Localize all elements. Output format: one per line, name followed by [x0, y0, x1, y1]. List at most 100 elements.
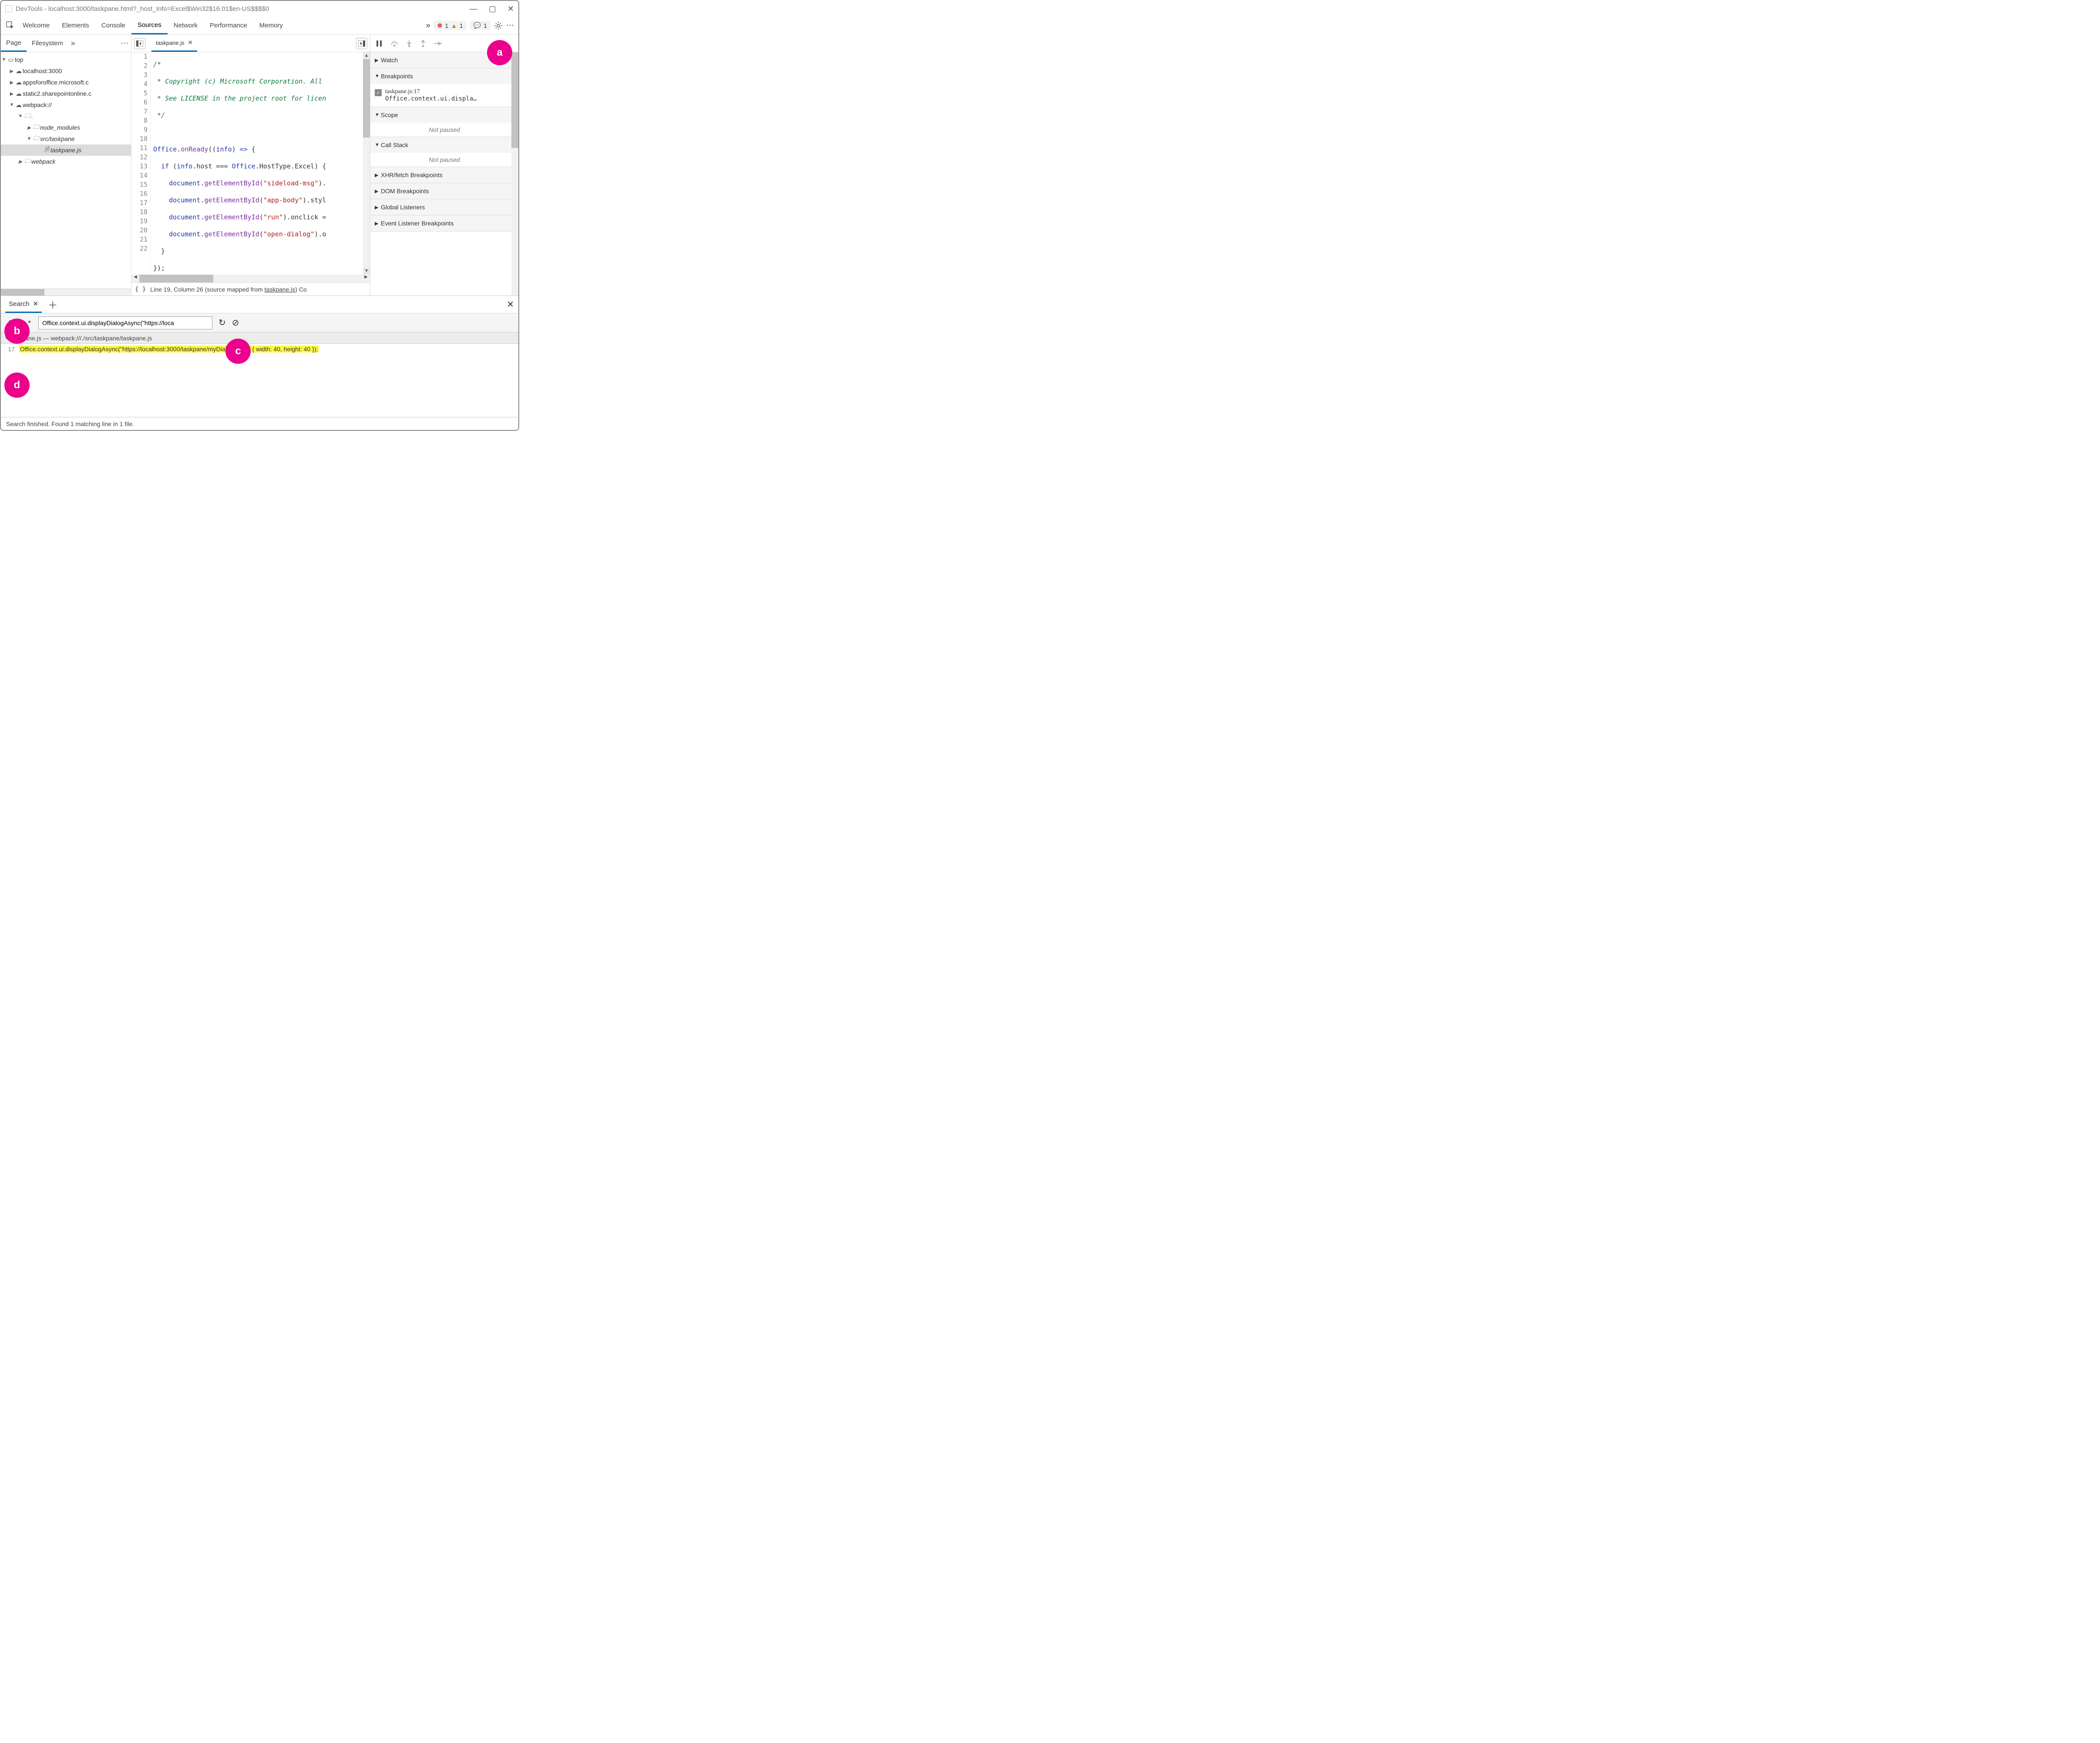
callstack-not-paused: Not paused	[370, 153, 518, 167]
code-editor[interactable]: 12345678910111213141516171819202122 /* *…	[131, 52, 370, 275]
navigator-panel: Page Filesystem » ⋯ ▼▭top ▶☁localhost:30…	[1, 35, 131, 296]
callout-d: d	[4, 373, 30, 398]
result-line-number: 17	[5, 346, 15, 353]
tree-webpack[interactable]: ▼☁webpack://	[1, 99, 131, 111]
navigator-hscroll[interactable]	[1, 289, 131, 296]
more-tabs-icon[interactable]: »	[426, 21, 430, 30]
breakpoint-checkbox-icon[interactable]: ✓	[375, 89, 382, 96]
scrollbar-thumb[interactable]	[363, 59, 370, 138]
show-navigator-icon[interactable]	[134, 38, 145, 49]
scroll-left-icon[interactable]: ◀	[131, 275, 139, 282]
source-status-bar: { } Line 19, Column 26 (source mapped fr…	[131, 282, 370, 296]
settings-gear-icon[interactable]	[494, 21, 503, 30]
source-file-tab[interactable]: taskpane.js ✕	[151, 35, 197, 52]
tab-memory[interactable]: Memory	[253, 17, 289, 34]
scroll-down-icon[interactable]: ▼	[363, 268, 370, 275]
kebab-menu-icon[interactable]: ⋯	[506, 21, 515, 30]
tab-sources[interactable]: Sources	[131, 17, 168, 34]
tab-network[interactable]: Network	[168, 17, 204, 34]
clear-search-icon[interactable]: ⊘	[232, 317, 239, 328]
error-warning-badge[interactable]: ⊗1 ▲1	[434, 21, 467, 30]
scroll-up-icon[interactable]: ▲	[363, 52, 370, 59]
section-breakpoints[interactable]: ▼Breakpoints	[370, 68, 518, 84]
navigator-tab-page[interactable]: Page	[1, 35, 27, 52]
tab-console[interactable]: Console	[95, 17, 131, 34]
tab-welcome[interactable]: Welcome	[17, 17, 56, 34]
editor-vscroll[interactable]: ▲ ▼	[363, 52, 370, 275]
tree-apps[interactable]: ▶☁appsforoffice.microsoft.c	[1, 77, 131, 88]
callout-b: b	[4, 319, 30, 344]
warning-icon: ▲	[451, 22, 457, 29]
editor-hscroll[interactable]: ◀ ▶	[131, 275, 370, 282]
line-gutter[interactable]: 12345678910111213141516171819202122	[131, 52, 151, 275]
navigator-tab-filesystem[interactable]: Filesystem	[27, 35, 68, 52]
tree-top[interactable]: ▼▭top	[1, 54, 131, 65]
scrollbar-thumb[interactable]	[139, 275, 213, 282]
new-drawer-tab-icon[interactable]: ＋	[48, 298, 57, 312]
window-title: DevTools - localhost:3000/taskpane.html?…	[16, 5, 269, 13]
scrollbar-thumb[interactable]	[1, 289, 44, 296]
section-event-listener-bp[interactable]: ▶Event Listener Breakpoints	[370, 215, 518, 231]
search-result-file-header[interactable]: ▼taskpane.js — webpack:///./src/taskpane…	[1, 332, 518, 344]
section-scope[interactable]: ▼Scope	[370, 107, 518, 123]
search-status: Search finished. Found 1 matching line i…	[1, 417, 518, 430]
refresh-search-icon[interactable]: ↻	[218, 317, 226, 328]
drawer-tab-label: Search	[9, 300, 30, 308]
tab-elements[interactable]: Elements	[56, 17, 95, 34]
search-input[interactable]	[38, 316, 212, 329]
pretty-print-icon[interactable]: { }	[135, 286, 146, 293]
scrollbar-thumb[interactable]	[511, 52, 518, 148]
callout-a: a	[487, 40, 512, 65]
tree-node-modules[interactable]: ▶🗀node_modules	[1, 122, 131, 133]
debugger-vscroll[interactable]	[511, 52, 518, 296]
breakpoint-entry[interactable]: ✓ taskpane.js:17 Office.context.ui.displ…	[375, 87, 514, 104]
breakpoint-code: Office.context.ui.displa…	[385, 95, 477, 102]
result-line-text: Office.context.ui.displayDialogAsync("ht…	[19, 346, 319, 353]
tree-dot[interactable]: ▼🗀.	[1, 111, 131, 122]
search-drawer: Search ✕ ＋ ✕ Aa .* ↻ ⊘ ▼taskpane.js — we…	[1, 296, 518, 430]
warning-count: 1	[460, 22, 463, 29]
navigator-kebab-icon[interactable]: ⋯	[121, 39, 128, 48]
file-tree: ▼▭top ▶☁localhost:3000 ▶☁appsforoffice.m…	[1, 52, 131, 289]
scope-not-paused: Not paused	[370, 123, 518, 137]
pause-icon[interactable]	[376, 40, 383, 47]
close-search-tab-icon[interactable]: ✕	[33, 300, 39, 308]
info-count: 1	[484, 22, 487, 29]
close-file-tab-icon[interactable]: ✕	[188, 39, 193, 46]
section-global-listeners[interactable]: ▶Global Listeners	[370, 199, 518, 215]
step-into-icon[interactable]	[406, 40, 412, 47]
tree-webpack-folder[interactable]: ▶🗀webpack	[1, 156, 131, 167]
error-icon: ⊗	[437, 22, 443, 29]
main-tabstrip: Welcome Elements Console Sources Network…	[1, 17, 518, 35]
info-badge[interactable]: 💬1	[470, 21, 491, 30]
inspect-element-icon[interactable]	[4, 20, 17, 32]
close-drawer-icon[interactable]: ✕	[507, 299, 514, 310]
tree-file-taskpane[interactable]: 🗎taskpane.js	[1, 144, 131, 156]
scroll-right-icon[interactable]: ▶	[362, 275, 370, 282]
titlebar: DevTools - localhost:3000/taskpane.html?…	[1, 1, 518, 17]
step-out-icon[interactable]	[420, 40, 426, 47]
section-call-stack[interactable]: ▼Call Stack	[370, 137, 518, 153]
step-over-icon[interactable]	[390, 40, 398, 47]
navigator-more-icon[interactable]: »	[71, 39, 75, 48]
step-icon[interactable]	[434, 40, 442, 47]
window-close-icon[interactable]: ✕	[507, 4, 514, 13]
tree-static2[interactable]: ▶☁static2.sharepointonline.c	[1, 88, 131, 99]
drawer-tab-search[interactable]: Search ✕	[5, 296, 42, 313]
show-debugger-icon[interactable]	[356, 38, 367, 49]
source-panel: taskpane.js ✕ 12345678910111213141516171…	[131, 35, 370, 296]
tree-host[interactable]: ▶☁localhost:3000	[1, 65, 131, 77]
window-minimize-icon[interactable]: —	[470, 4, 477, 13]
section-xhr-breakpoints[interactable]: ▶XHR/fetch Breakpoints	[370, 167, 518, 183]
app-icon	[5, 5, 12, 12]
code-area[interactable]: /* * Copyright (c) Microsoft Corporation…	[151, 52, 363, 275]
source-file-name: taskpane.js	[156, 40, 185, 46]
error-count: 1	[445, 22, 448, 29]
search-toolbar: Aa .* ↻ ⊘	[1, 313, 518, 332]
breakpoint-location: taskpane.js:17	[385, 88, 477, 95]
section-dom-breakpoints[interactable]: ▶DOM Breakpoints	[370, 183, 518, 199]
tab-performance[interactable]: Performance	[204, 17, 253, 34]
search-result-line[interactable]: 17 Office.context.ui.displayDialogAsync(…	[5, 346, 514, 353]
tree-src-taskpane[interactable]: ▼🗀src/taskpane	[1, 133, 131, 144]
window-maximize-icon[interactable]: ▢	[489, 4, 496, 13]
